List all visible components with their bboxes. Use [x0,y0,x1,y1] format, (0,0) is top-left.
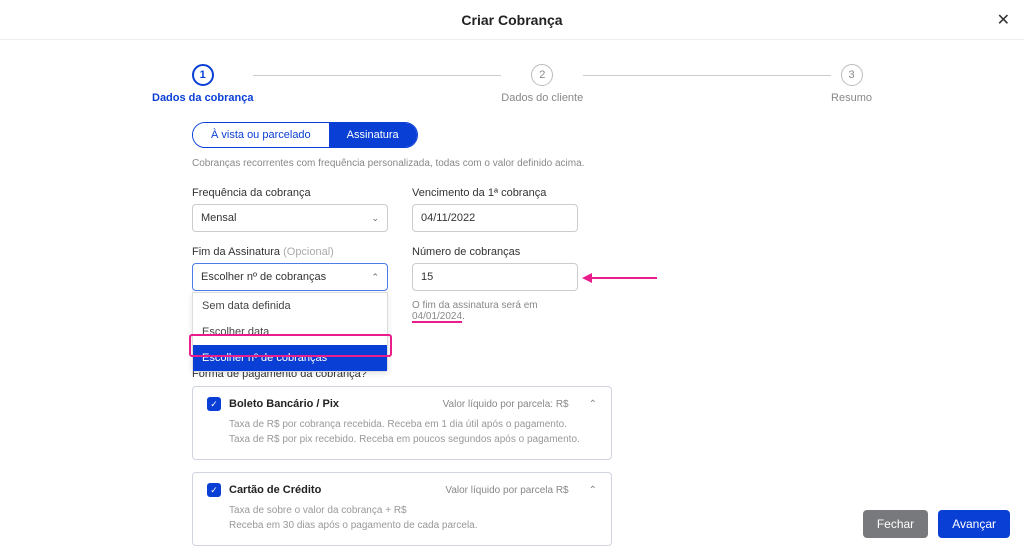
step-1-label: Dados da cobrança [152,92,253,104]
form-content: À vista ou parcelado Assinatura Cobrança… [152,122,872,546]
close-icon[interactable]: ✕ [997,10,1010,30]
frequencia-label: Frequência da cobrança [192,187,388,199]
boleto-pix-checkbox[interactable]: ✓ [207,397,221,411]
dd-option-escolher-numero[interactable]: Escolher nº de cobranças [193,345,387,371]
dd-option-sem-data[interactable]: Sem data definida [193,293,387,319]
step-2[interactable]: 2 Dados do cliente [501,64,583,104]
numero-cobrancas-field: Número de cobranças 15 O fim da assinatu… [412,246,578,322]
payment-boleto-pix[interactable]: ✓ Boleto Bancário / Pix Valor líquido po… [192,386,612,460]
boleto-pix-body: Taxa de R$ por cobrança recebida. Receba… [207,417,597,447]
stepper-line [253,75,501,76]
vencimento-label: Vencimento da 1ª cobrança [412,187,578,199]
step-2-label: Dados do cliente [501,92,583,104]
cartao-valor-label: Valor líquido por parcela R$ [445,485,568,496]
vencimento-value: 04/11/2022 [421,212,475,224]
avancar-button[interactable]: Avançar [938,510,1010,538]
tab-helper-text: Cobranças recorrentes com frequência per… [192,158,832,169]
vencimento-field: Vencimento da 1ª cobrança 04/11/2022 [412,187,578,232]
annotation-arrow [582,277,657,280]
fim-assinatura-field: Fim da Assinatura (Opcional) Escolher nº… [192,246,388,322]
frequencia-field: Frequência da cobrança Mensal ⌄ [192,187,388,232]
step-3[interactable]: 3 Resumo [831,64,872,104]
numero-cobrancas-input[interactable]: 15 [412,263,578,291]
fim-assinatura-value: Escolher nº de cobranças [201,271,326,283]
frequencia-value: Mensal [201,212,236,224]
step-2-number: 2 [531,64,553,86]
modal-title: Criar Cobrança [461,12,562,28]
step-1-number: 1 [192,64,214,86]
fim-assinatura-select[interactable]: Escolher nº de cobranças ⌃ [192,263,388,291]
tab-avista[interactable]: À vista ou parcelado [193,123,329,147]
chevron-up-icon[interactable]: ⌃ [589,399,597,410]
fim-assinatura-label: Fim da Assinatura (Opcional) [192,246,388,258]
stepper: 1 Dados da cobrança 2 Dados do cliente 3… [152,40,872,116]
frequencia-select[interactable]: Mensal ⌄ [192,204,388,232]
numero-cobrancas-value: 15 [421,271,433,283]
chevron-up-icon: ⌃ [371,272,379,283]
fechar-button[interactable]: Fechar [863,510,928,538]
chevron-up-icon[interactable]: ⌃ [589,485,597,496]
step-3-label: Resumo [831,92,872,104]
chevron-down-icon: ⌄ [371,213,379,224]
step-3-number: 3 [841,64,863,86]
tab-assinatura[interactable]: Assinatura [329,123,417,147]
step-1[interactable]: 1 Dados da cobrança [152,64,253,104]
boleto-pix-title: Boleto Bancário / Pix [229,398,339,410]
stepper-line [583,75,831,76]
numero-cobrancas-label: Número de cobranças [412,246,578,258]
fim-assinatura-hint: O fim da assinatura será em 04/01/2024. [412,300,578,322]
cartao-checkbox[interactable]: ✓ [207,483,221,497]
cartao-title: Cartão de Crédito [229,484,321,496]
modal-header: Criar Cobrança ✕ [0,0,1024,40]
fim-assinatura-dropdown: Sem data definida Escolher data Escolher… [192,292,388,372]
footer-actions: Fechar Avançar [0,500,1024,548]
boleto-pix-valor-label: Valor líquido por parcela: R$ [443,399,569,410]
dd-option-escolher-data[interactable]: Escolher data [193,319,387,345]
vencimento-input[interactable]: 04/11/2022 [412,204,578,232]
payment-mode-tabs: À vista ou parcelado Assinatura [192,122,418,148]
